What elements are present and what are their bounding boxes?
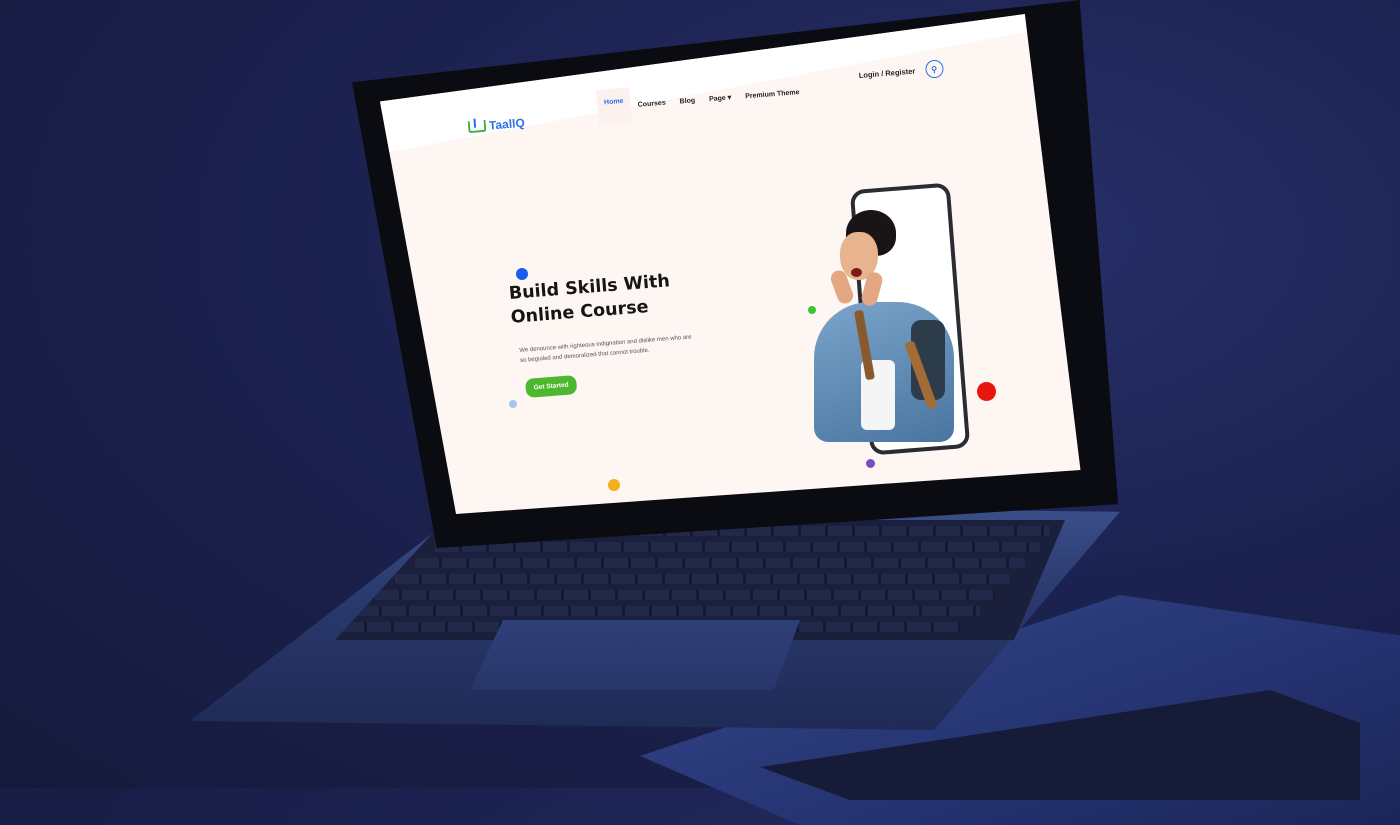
hero-title: Build Skills With Online Course [508, 269, 673, 330]
chevron-down-icon: ▾ [727, 94, 732, 102]
decor-dot-yellow [608, 479, 620, 491]
site-logo[interactable]: TaallQ [467, 115, 526, 134]
logo-text: TaallQ [488, 115, 526, 133]
nav-premium-theme[interactable]: Premium Theme [737, 78, 807, 110]
search-icon: ⚲ [930, 64, 938, 74]
book-logo-icon [467, 119, 487, 134]
website-screen: TaallQ Home Courses Blog Page ▾ Premium … [380, 14, 1081, 514]
get-started-button[interactable]: Get Started [525, 374, 578, 398]
hero-description: We denounce with righteous indignation a… [519, 334, 692, 364]
header-actions: Login / Register ⚲ [858, 59, 944, 84]
decor-dot-light-blue [509, 400, 517, 408]
decor-dot-purple [866, 459, 875, 468]
decor-dot-red [977, 382, 996, 401]
nav-home[interactable]: Home [596, 87, 633, 126]
decor-dot-blue [516, 268, 528, 280]
landing-page: TaallQ Home Courses Blog Page ▾ Premium … [380, 14, 1080, 514]
search-button[interactable]: ⚲ [924, 59, 944, 79]
student-shouting-image [806, 210, 956, 450]
laptop-trackpad [470, 620, 800, 690]
mockup-scene: TaallQ Home Courses Blog Page ▾ Premium … [0, 0, 1400, 825]
nav-page-label: Page [708, 94, 727, 104]
login-register-link[interactable]: Login / Register [858, 66, 915, 79]
nav-blog[interactable]: Blog [672, 86, 704, 115]
nav-page[interactable]: Page ▾ [701, 83, 739, 114]
nav-courses[interactable]: Courses [630, 89, 674, 119]
